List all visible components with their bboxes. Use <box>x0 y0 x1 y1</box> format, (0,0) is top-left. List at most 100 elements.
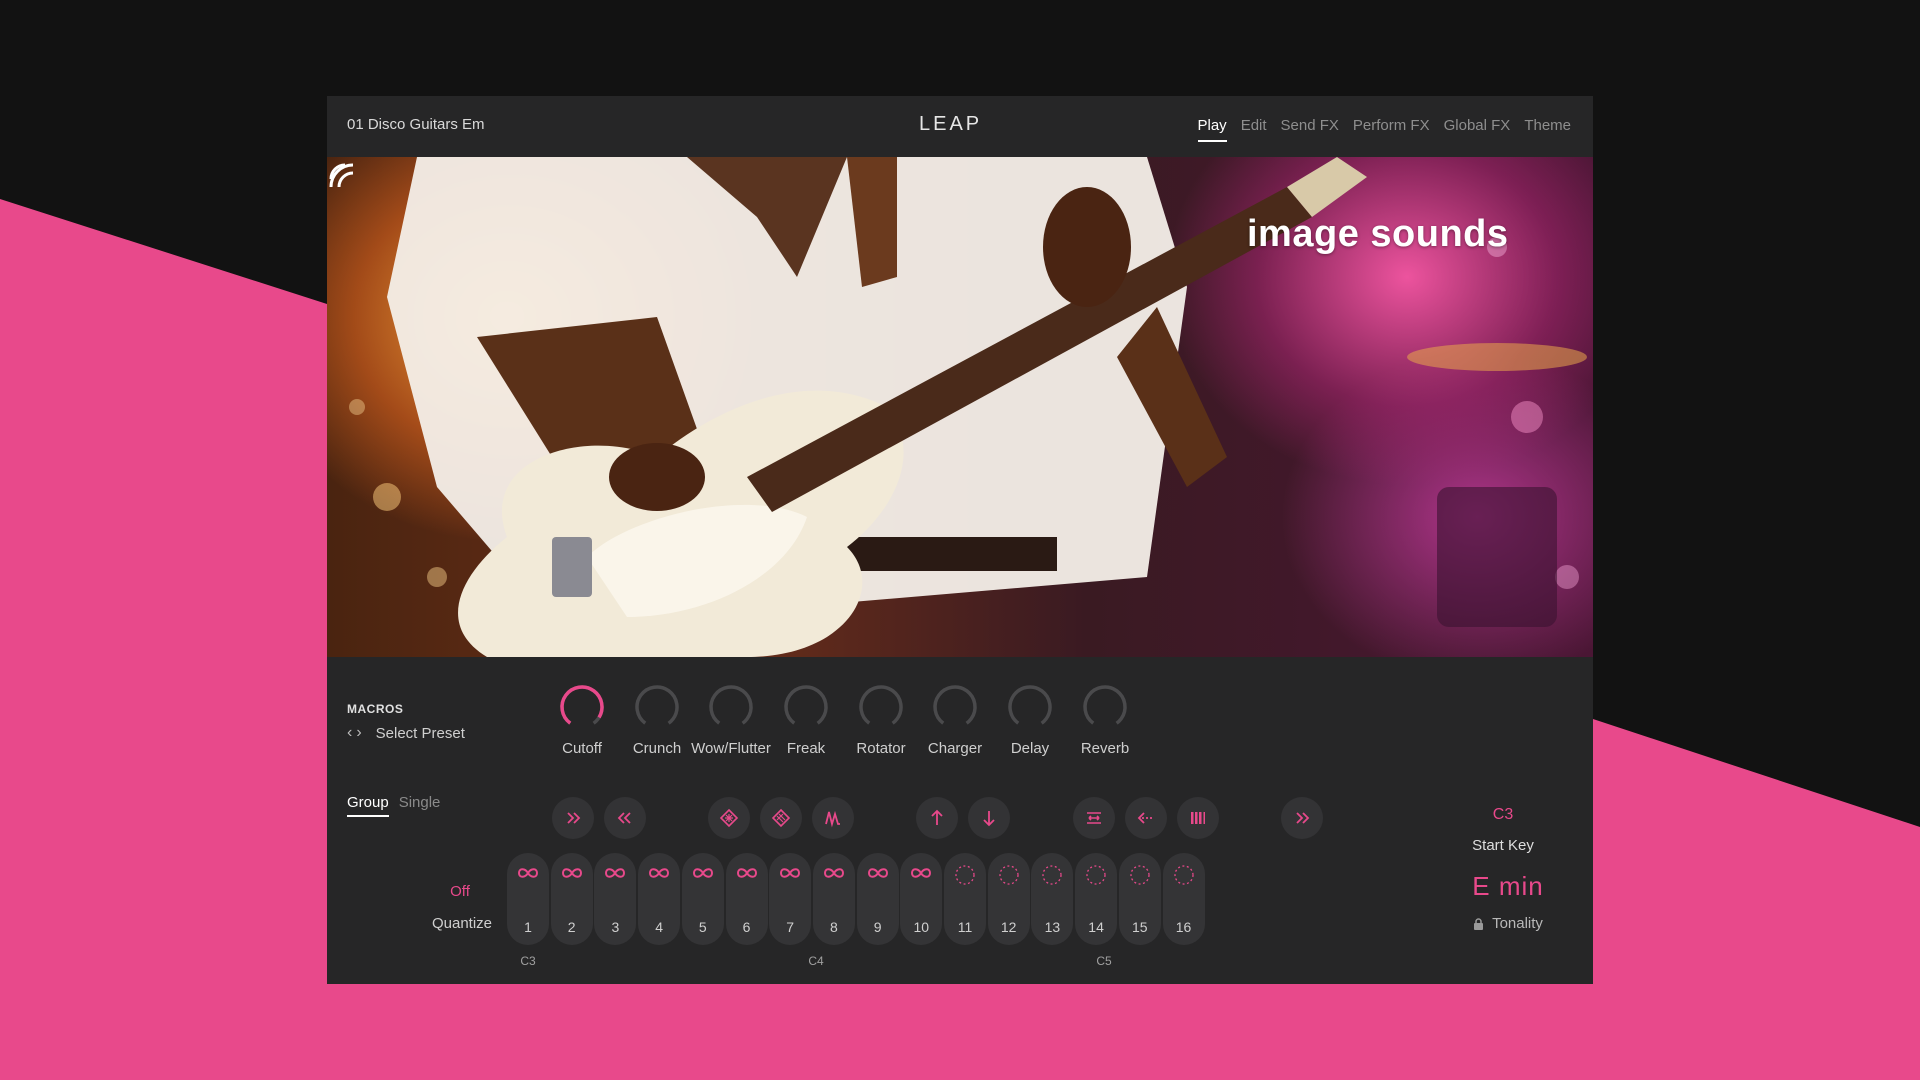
grid-pattern-icon <box>719 808 739 828</box>
nav-theme[interactable]: Theme <box>1524 117 1571 134</box>
rewind-button[interactable] <box>604 797 646 839</box>
nav-perform-fx[interactable]: Perform FX <box>1353 117 1430 134</box>
pad-12[interactable]: 12 <box>987 853 1030 945</box>
knob-dial[interactable] <box>930 682 980 732</box>
pad-number: 5 <box>698 919 707 935</box>
fast-forward-button[interactable] <box>552 797 594 839</box>
quantize-value[interactable]: Off <box>435 883 485 900</box>
pad-number: 11 <box>957 919 973 935</box>
lock-icon[interactable] <box>1473 917 1484 931</box>
pad-2[interactable]: 2 <box>550 853 593 945</box>
controls-panel: MACROS ‹› Select Preset Cutoff Crunch Wow/… <box>327 657 1593 984</box>
tonality-label-text: Tonality <box>1492 915 1543 932</box>
bars-icon <box>1191 812 1205 824</box>
empty-slot-icon <box>1173 865 1194 885</box>
nav-play[interactable]: Play <box>1197 117 1227 142</box>
pad-15[interactable]: 15 <box>1118 853 1161 945</box>
empty-slot-icon <box>955 865 975 885</box>
swap-button[interactable] <box>1073 797 1115 839</box>
loop-icon <box>649 868 670 878</box>
nav-edit[interactable]: Edit <box>1241 117 1267 134</box>
pad-number: 14 <box>1088 919 1104 935</box>
pad-11[interactable]: 11 <box>944 853 986 945</box>
pad-1[interactable]: 1 <box>507 853 549 945</box>
key-label-c5: C5 <box>1096 954 1112 968</box>
loop-icon <box>692 868 713 878</box>
key-label-c3: C3 <box>520 954 536 968</box>
quantize-label: Quantize <box>431 915 493 932</box>
pad-number: 8 <box>829 919 838 935</box>
dotted-arrow-left-button[interactable] <box>1125 797 1167 839</box>
mode-tabs: Group Single <box>347 794 441 817</box>
pad-4[interactable]: 4 <box>638 853 681 945</box>
grid-pattern-button[interactable] <box>708 797 750 839</box>
pad-number: 9 <box>873 919 882 935</box>
loop-icon <box>736 868 757 878</box>
arrow-down-button[interactable] <box>968 797 1010 839</box>
pad-number: 13 <box>1044 919 1061 935</box>
knob-dial[interactable] <box>706 682 756 732</box>
arrow-up-icon <box>931 809 943 825</box>
pad-number: 1 <box>524 919 532 935</box>
leap-logo: LEAP <box>919 113 983 135</box>
fast-forward-icon <box>1296 812 1310 824</box>
start-key-label: Start Key <box>1472 837 1534 854</box>
knob-dial[interactable] <box>632 682 682 732</box>
knob-label: Reverb <box>1080 740 1130 757</box>
pad-number: 4 <box>655 919 663 935</box>
pad-7[interactable]: 7 <box>769 853 812 945</box>
main-nav: Play Edit Send FX Perform FX Global FX T… <box>1197 117 1571 142</box>
empty-slot-icon <box>1086 865 1106 885</box>
bars-button[interactable] <box>1177 797 1219 839</box>
knob-dial[interactable] <box>856 682 906 732</box>
pad-5[interactable]: 5 <box>681 853 724 945</box>
knob-reverb[interactable]: Reverb <box>1060 682 1150 757</box>
waveform-button[interactable] <box>812 797 854 839</box>
loop-icon <box>605 868 626 878</box>
preset-artwork: image sounds <box>327 157 1593 657</box>
dotted-arrow-left-icon <box>1137 812 1154 824</box>
pad-16[interactable]: 16 <box>1162 853 1205 945</box>
preset-name: 01 Disco Guitars Em <box>347 116 485 133</box>
loop-icon <box>867 868 888 878</box>
pad-6[interactable]: 6 <box>725 853 768 945</box>
tonality-value[interactable]: E min <box>1448 871 1568 902</box>
pad-9[interactable]: 9 <box>856 853 899 945</box>
select-preset[interactable]: ‹› Select Preset <box>347 724 465 742</box>
loop-icon <box>823 868 844 878</box>
pad-14[interactable]: 14 <box>1075 853 1118 945</box>
tonality-label: Tonality <box>1448 915 1568 932</box>
chevron-left-right-icon[interactable]: ‹› <box>347 724 366 742</box>
knob-dial[interactable] <box>557 682 607 732</box>
swap-icon <box>1087 812 1101 824</box>
macros-label: MACROS <box>347 702 404 716</box>
fast-forward-button[interactable] <box>1281 797 1323 839</box>
loop-icon <box>780 868 801 878</box>
pad-8[interactable]: 8 <box>812 853 855 945</box>
key-label-c4: C4 <box>808 954 824 968</box>
nav-send-fx[interactable]: Send FX <box>1281 117 1339 134</box>
tab-single[interactable]: Single <box>399 794 441 811</box>
nav-global-fx[interactable]: Global FX <box>1444 117 1511 134</box>
pad-number: 3 <box>611 919 620 935</box>
knob-dial[interactable] <box>781 682 831 732</box>
pad-10[interactable]: 10 <box>900 853 943 945</box>
loop-icon <box>911 868 932 878</box>
knob-dial[interactable] <box>1080 682 1130 732</box>
signal-waves-icon <box>329 163 354 188</box>
brand-name: image sounds <box>1247 213 1509 255</box>
pad-13[interactable]: 13 <box>1031 853 1074 945</box>
pad-number: 10 <box>913 919 930 935</box>
knob-dial[interactable] <box>1005 682 1055 732</box>
leap-plugin-window: 01 Disco Guitars Em LEAP Play Edit Send … <box>327 96 1593 984</box>
pad-3[interactable]: 3 <box>594 853 637 945</box>
start-key-value[interactable]: C3 <box>1458 806 1548 824</box>
empty-slot-icon <box>999 865 1019 885</box>
arrow-up-button[interactable] <box>916 797 958 839</box>
tab-group[interactable]: Group <box>347 794 389 817</box>
rewind-icon <box>617 812 631 824</box>
pad-number: 16 <box>1175 919 1192 935</box>
grid-pattern-alt-button[interactable] <box>760 797 802 839</box>
top-bar: 01 Disco Guitars Em LEAP Play Edit Send … <box>327 96 1593 157</box>
empty-slot-icon <box>1042 865 1063 885</box>
